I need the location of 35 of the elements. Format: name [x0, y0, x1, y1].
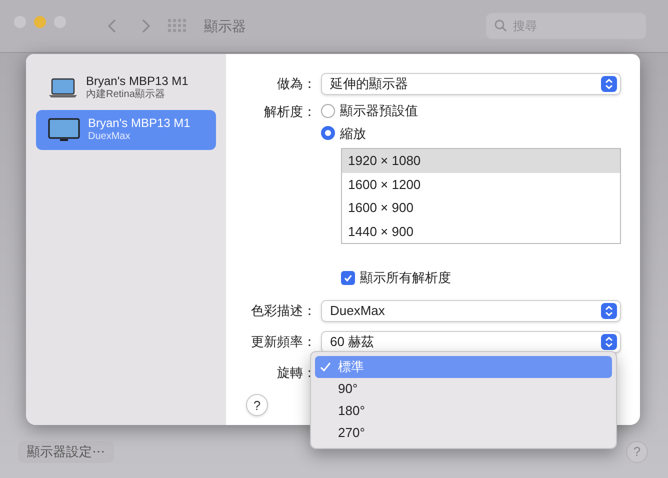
display-name: Bryan's MBP13 M1 [86, 74, 188, 88]
help-button[interactable]: ? [246, 394, 268, 416]
radio-option[interactable]: 縮放 [321, 124, 621, 143]
use-as-popup[interactable]: 延伸的顯示器 [321, 73, 621, 95]
stepper-icon [601, 334, 617, 350]
field-label: 做為： [276, 75, 317, 94]
menu-item[interactable]: 270° [315, 422, 612, 444]
monitor-icon [48, 118, 80, 142]
checkmark-icon [320, 362, 331, 372]
refresh-rate-popup[interactable]: 60 赫茲 [321, 330, 621, 352]
resolution-item[interactable]: 1600 × 1200 [342, 172, 620, 196]
grid-icon[interactable] [168, 19, 186, 33]
color-profile-popup[interactable]: DuexMax [321, 300, 621, 322]
menu-item[interactable]: 90° [315, 378, 612, 400]
stepper-icon [601, 302, 617, 318]
field-label: 色彩描述： [250, 302, 317, 320]
radio-option[interactable]: 顯示器預設值 [321, 101, 621, 120]
field-label: 旋轉： [276, 364, 317, 382]
display-settings-button[interactable]: 顯示器設定⋯ [18, 441, 114, 463]
minimize-icon[interactable] [34, 16, 46, 28]
back-forward-icon[interactable] [106, 18, 152, 34]
display-name: Bryan's MBP13 M1 [88, 116, 190, 130]
stepper-icon [601, 76, 617, 92]
display-item[interactable]: Bryan's MBP13 M1 內建Retina顯示器 [36, 68, 216, 108]
window-title: 顯示器 [204, 16, 246, 36]
field-label: 更新頻率： [250, 332, 317, 351]
display-subtitle: DuexMax [88, 130, 132, 144]
resolution-item[interactable]: 1440 × 900 [342, 220, 620, 243]
resolution-item[interactable]: 1600 × 900 [342, 196, 620, 220]
show-all-checkbox[interactable]: 顯示所有解析度 [341, 268, 621, 288]
laptop-icon [48, 77, 78, 99]
field-label: 解析度： [263, 103, 317, 121]
display-subtitle: 內建Retina顯示器 [86, 88, 166, 102]
resolution-item[interactable]: 1920 × 1080 [342, 149, 620, 172]
menu-item[interactable]: 180° [315, 400, 612, 422]
